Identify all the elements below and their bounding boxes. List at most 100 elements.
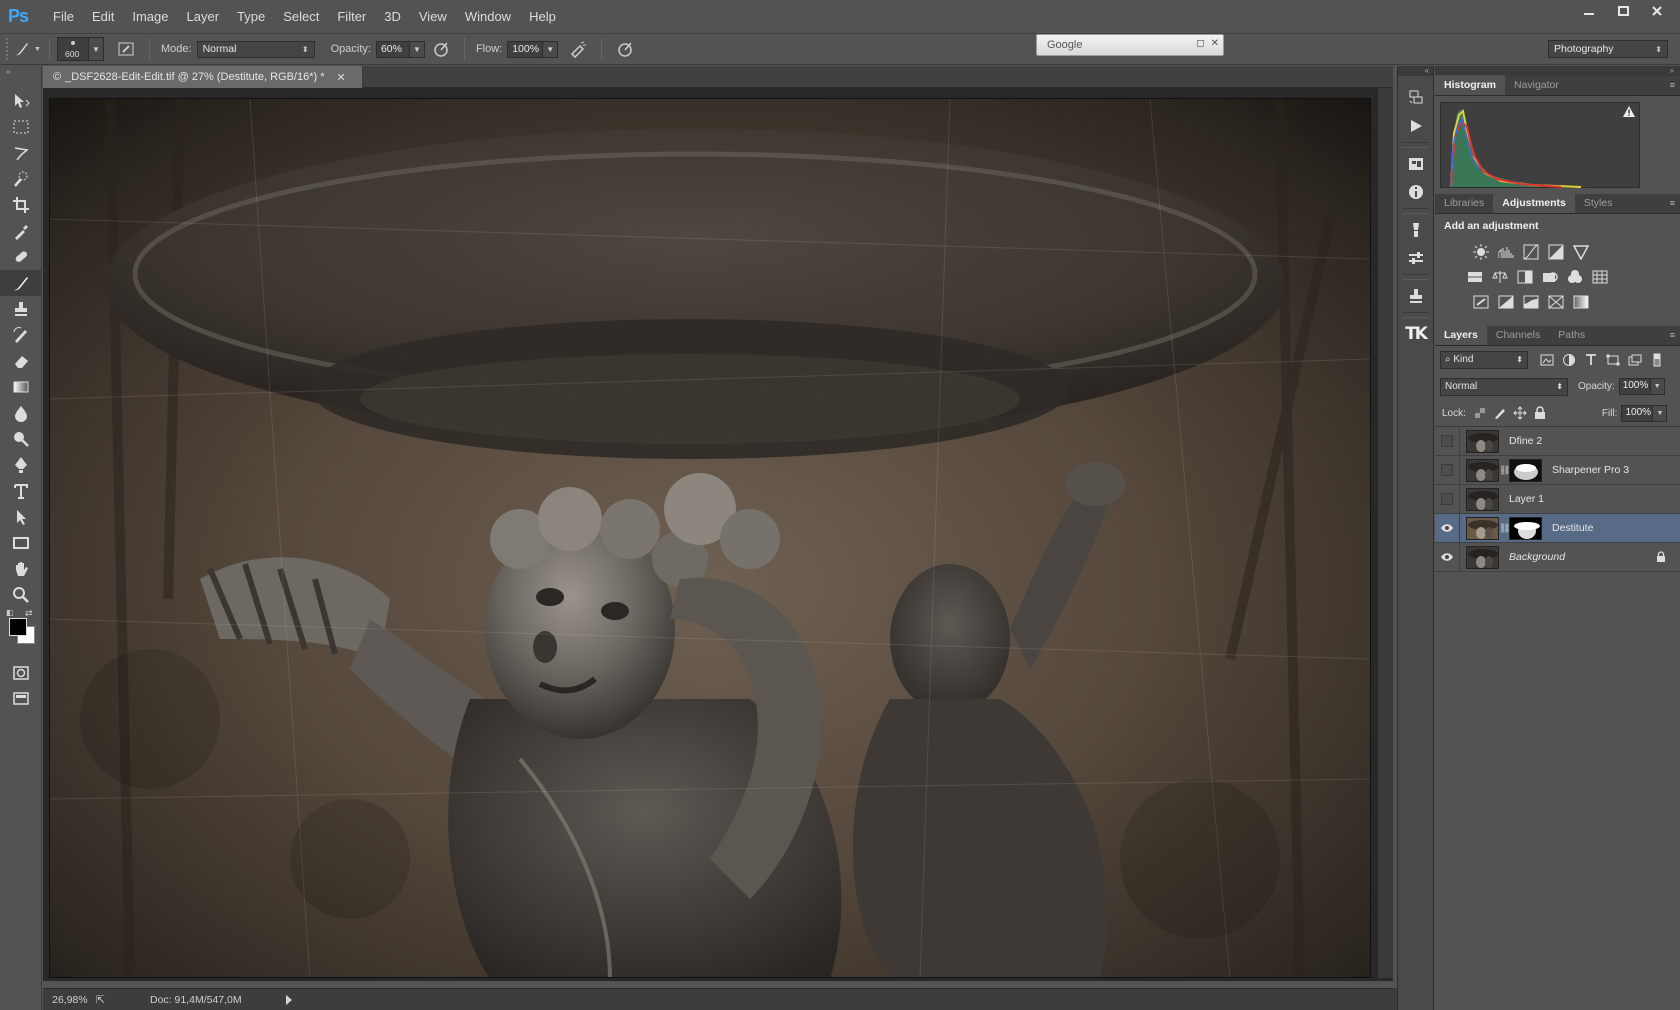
brush-size-dropdown[interactable]: ▼ [89,37,104,61]
tk-panel-button[interactable]: TK [1398,320,1433,348]
brush-settings-panel-button[interactable] [1398,244,1433,272]
filter-toggle-switch[interactable] [1646,351,1668,369]
fill-dropdown[interactable]: ▼ [1653,404,1668,422]
hand-tool[interactable] [0,556,42,582]
panel-menu-icon[interactable]: ≡ [1670,330,1675,340]
pen-tool[interactable] [0,452,42,478]
flow-input[interactable]: 100% [507,40,544,58]
layer-thumbnail[interactable] [1466,458,1499,482]
tab-paths[interactable]: Paths [1549,325,1594,345]
brightness-contrast-icon[interactable] [1471,242,1490,261]
lock-transparency-icon[interactable] [1470,404,1490,422]
pressure-opacity-button[interactable] [429,37,453,61]
foreground-color-swatch[interactable] [9,618,27,636]
eyedropper-tool[interactable] [0,218,42,244]
maximize-button[interactable] [1606,0,1640,22]
pixel-filter-icon[interactable] [1536,351,1558,369]
tab-histogram[interactable]: Histogram [1435,75,1505,95]
clone-source-panel-button[interactable] [1398,282,1433,310]
lock-pixels-icon[interactable] [1490,404,1510,422]
close-icon[interactable]: ✕ [1211,38,1219,49]
menu-select[interactable]: Select [274,9,328,24]
layer-name[interactable]: Sharpener Pro 3 [1552,464,1629,476]
tool-preset-picker[interactable]: ▼ [12,37,42,61]
minimize-button[interactable] [1572,0,1606,22]
tab-styles[interactable]: Styles [1575,193,1622,213]
exposure-icon[interactable] [1546,242,1565,261]
menu-window[interactable]: Window [456,9,520,24]
color-lookup-icon[interactable] [1590,267,1609,286]
close-document-icon[interactable]: ✕ [337,71,346,84]
google-search-panel[interactable]: Google ◻ ✕ [1036,34,1224,56]
selective-color-icon[interactable] [1546,292,1565,311]
menu-file[interactable]: File [44,9,83,24]
menu-view[interactable]: View [410,9,456,24]
rectangle-tool[interactable] [0,530,42,556]
hue-saturation-icon[interactable] [1465,267,1484,286]
airbrush-button[interactable] [566,37,590,61]
dodge-tool[interactable] [0,426,42,452]
layer-name[interactable]: Dfine 2 [1509,435,1542,447]
threshold-icon[interactable] [1521,292,1540,311]
tab-libraries[interactable]: Libraries [1435,193,1493,213]
layer-row[interactable]: ⛓ Destitute [1435,513,1680,543]
layer-kind-filter[interactable]: ⌕ Kind ⬍ [1440,350,1528,369]
opacity-input[interactable]: 60% [375,40,410,58]
menu-3d[interactable]: 3D [375,9,410,24]
collapse-dock-icon[interactable]: « [1398,66,1433,76]
workspace-switcher[interactable]: Photography ⬍ [1548,40,1668,58]
actions-panel-button[interactable] [1398,112,1433,140]
info-panel-button[interactable] [1398,178,1433,206]
visibility-toggle[interactable] [1435,484,1460,514]
menu-type[interactable]: Type [228,9,274,24]
layer-row[interactable]: Layer 1 [1435,484,1680,514]
layer-opacity-input[interactable]: 100% [1618,378,1651,395]
mask-link-icon[interactable]: ⛓ [1499,465,1510,476]
menu-filter[interactable]: Filter [328,9,375,24]
status-menu-arrow-icon[interactable] [286,995,292,1005]
color-balance-icon[interactable] [1490,267,1509,286]
zoom-tool[interactable] [0,582,42,608]
layer-thumbnail[interactable] [1466,516,1499,540]
layer-name[interactable]: Background [1509,551,1565,563]
tab-navigator[interactable]: Navigator [1505,75,1568,95]
quick-selection-tool[interactable] [0,166,42,192]
move-tool[interactable] [0,88,42,114]
brush-presets-panel-button[interactable] [1398,216,1433,244]
warning-icon[interactable] [1622,105,1636,118]
brush-tool[interactable] [0,270,42,296]
curves-icon[interactable] [1521,242,1540,261]
eraser-tool[interactable] [0,348,42,374]
path-selection-tool[interactable] [0,504,42,530]
screen-mode-button[interactable] [0,686,42,712]
close-window-button[interactable] [1640,0,1674,22]
mask-link-icon[interactable]: ⛓ [1499,523,1510,534]
menu-help[interactable]: Help [520,9,565,24]
default-colors-icon[interactable]: ◧ [6,608,14,617]
healing-brush-tool[interactable] [0,244,42,270]
lock-all-icon[interactable] [1530,404,1550,422]
type-tool[interactable] [0,478,42,504]
visibility-eye-icon[interactable] [1435,542,1460,572]
layer-thumbnail[interactable] [1466,545,1499,569]
canvas[interactable] [49,98,1371,978]
blur-tool[interactable] [0,400,42,426]
history-panel-button[interactable] [1398,84,1433,112]
brush-panel-toggle[interactable] [114,37,138,61]
expand-toolbar-icon[interactable]: » [0,66,41,76]
fill-input[interactable]: 100% [1621,404,1654,422]
opacity-dropdown[interactable]: ▼ [409,40,425,58]
type-filter-icon[interactable] [1580,351,1602,369]
channel-mixer-icon[interactable] [1565,267,1584,286]
visibility-toggle[interactable] [1435,426,1460,456]
quick-mask-button[interactable] [0,660,42,686]
shape-filter-icon[interactable] [1602,351,1624,369]
visibility-eye-icon[interactable] [1435,513,1460,543]
pressure-size-button[interactable] [613,37,637,61]
export-status-icon[interactable]: ⇱ [96,994,136,1006]
layer-name[interactable]: Layer 1 [1509,493,1544,505]
layer-opacity-dropdown[interactable]: ▼ [1650,378,1665,395]
layer-mask-thumbnail[interactable] [1509,516,1542,540]
gradient-map-icon[interactable] [1571,292,1590,311]
panel-menu-icon[interactable]: ≡ [1670,198,1675,208]
